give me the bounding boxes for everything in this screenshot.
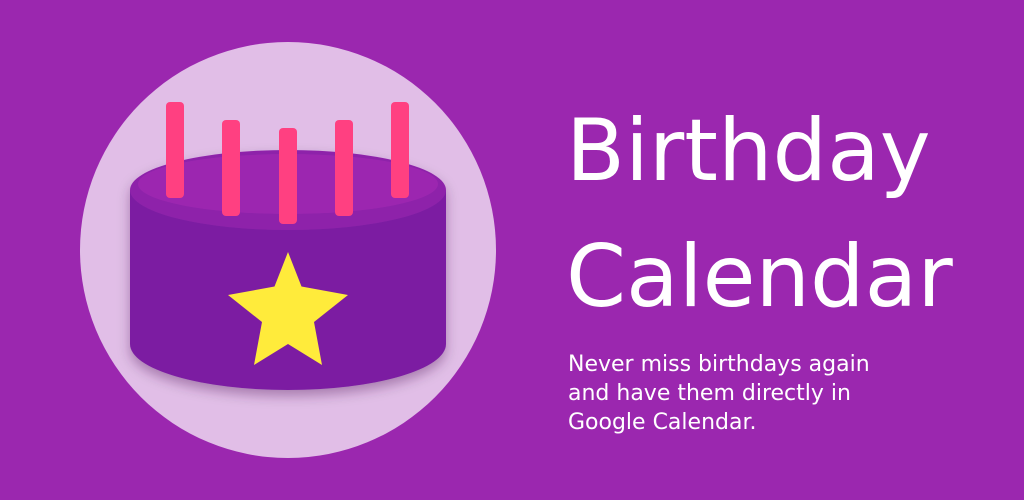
tagline-line-3: Google Calendar. [568, 410, 757, 435]
candle [279, 128, 297, 224]
tagline-line-2: and have them directly in [568, 381, 851, 406]
candle [222, 120, 240, 216]
app-icon [80, 42, 496, 458]
app-title-line-2: Calendar [566, 227, 953, 327]
app-title: Birthday Calendar [566, 88, 953, 340]
birthday-cake-icon [80, 42, 496, 458]
tagline: Never miss birthdays again and have them… [568, 350, 988, 437]
app-title-line-1: Birthday [566, 101, 931, 201]
tagline-line-1: Never miss birthdays again [568, 352, 870, 377]
feature-banner: Birthday Calendar Never miss birthdays a… [0, 0, 1024, 500]
candle [335, 120, 353, 216]
candle [391, 102, 409, 198]
candle [166, 102, 184, 198]
